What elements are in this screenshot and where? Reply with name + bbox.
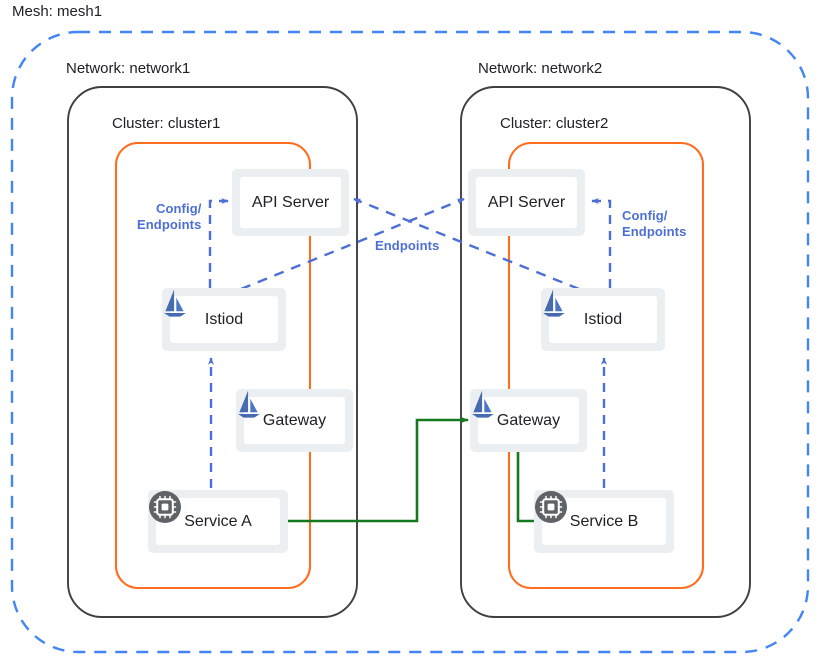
node-label: Service A: [184, 512, 252, 530]
node-gateway-2[interactable]: Gateway: [470, 389, 587, 452]
node-body: Gateway: [472, 390, 579, 444]
istio-sail-icon: [164, 289, 186, 317]
node-api-server-2[interactable]: API Server: [468, 169, 585, 236]
flow-label-line-1: Config/: [155, 201, 202, 216]
node-gateway-1[interactable]: Gateway: [236, 389, 353, 452]
network1-label: Network: network1: [66, 60, 191, 77]
flow-label-config-endpoints-right: Config/ Endpoints: [622, 208, 686, 241]
service-cpu-icon: [535, 491, 567, 523]
node-service-b[interactable]: Service B: [534, 490, 674, 553]
node-body: Service A: [149, 491, 280, 545]
cluster1-label: Cluster: cluster1: [112, 115, 221, 132]
network2-label: Network: network2: [478, 60, 603, 77]
istio-sail-icon: [472, 390, 494, 418]
node-label: Gateway: [262, 411, 327, 429]
diagram-canvas: Mesh: mesh1 Network: network1 Network: n…: [0, 0, 820, 658]
node-label: Istiod: [204, 310, 244, 328]
istio-sail-icon: [543, 289, 565, 317]
node-body: API Server: [240, 177, 341, 228]
cluster2-label: Cluster: cluster2: [500, 115, 609, 132]
flow-label-endpoints-center: Endpoints: [375, 238, 440, 253]
flow-label-config-endpoints-left: Config/ Endpoints: [137, 201, 201, 234]
mesh-label: Mesh: mesh1: [12, 3, 103, 20]
edge-istiod2-to-apiserver2: [591, 198, 612, 288]
node-body: Istiod: [164, 289, 278, 343]
node-body: Service B: [535, 491, 666, 545]
node-body: Gateway: [238, 390, 345, 444]
edge-istiod1-to-apiserver1: [208, 197, 229, 288]
node-label: Gateway: [496, 411, 561, 429]
node-service-a[interactable]: Service A: [148, 490, 288, 553]
node-istiod-2[interactable]: Istiod: [541, 288, 665, 351]
flow-label-line-2: Endpoints: [622, 224, 687, 240]
node-label: Istiod: [583, 310, 623, 328]
node-istiod-1[interactable]: Istiod: [162, 288, 286, 351]
flow-label-line-2: Endpoints: [137, 217, 202, 233]
node-label: API Server: [251, 193, 330, 211]
diagram-vector-layer: [10, 30, 810, 654]
node-body: API Server: [476, 177, 577, 228]
node-label: API Server: [487, 193, 566, 211]
flow-label-line-1: Config/: [622, 208, 668, 223]
istio-sail-icon: [238, 390, 260, 418]
node-body: Istiod: [543, 289, 657, 343]
node-api-server-1[interactable]: API Server: [232, 169, 349, 236]
node-label: Service B: [569, 512, 639, 530]
service-cpu-icon: [149, 491, 181, 523]
